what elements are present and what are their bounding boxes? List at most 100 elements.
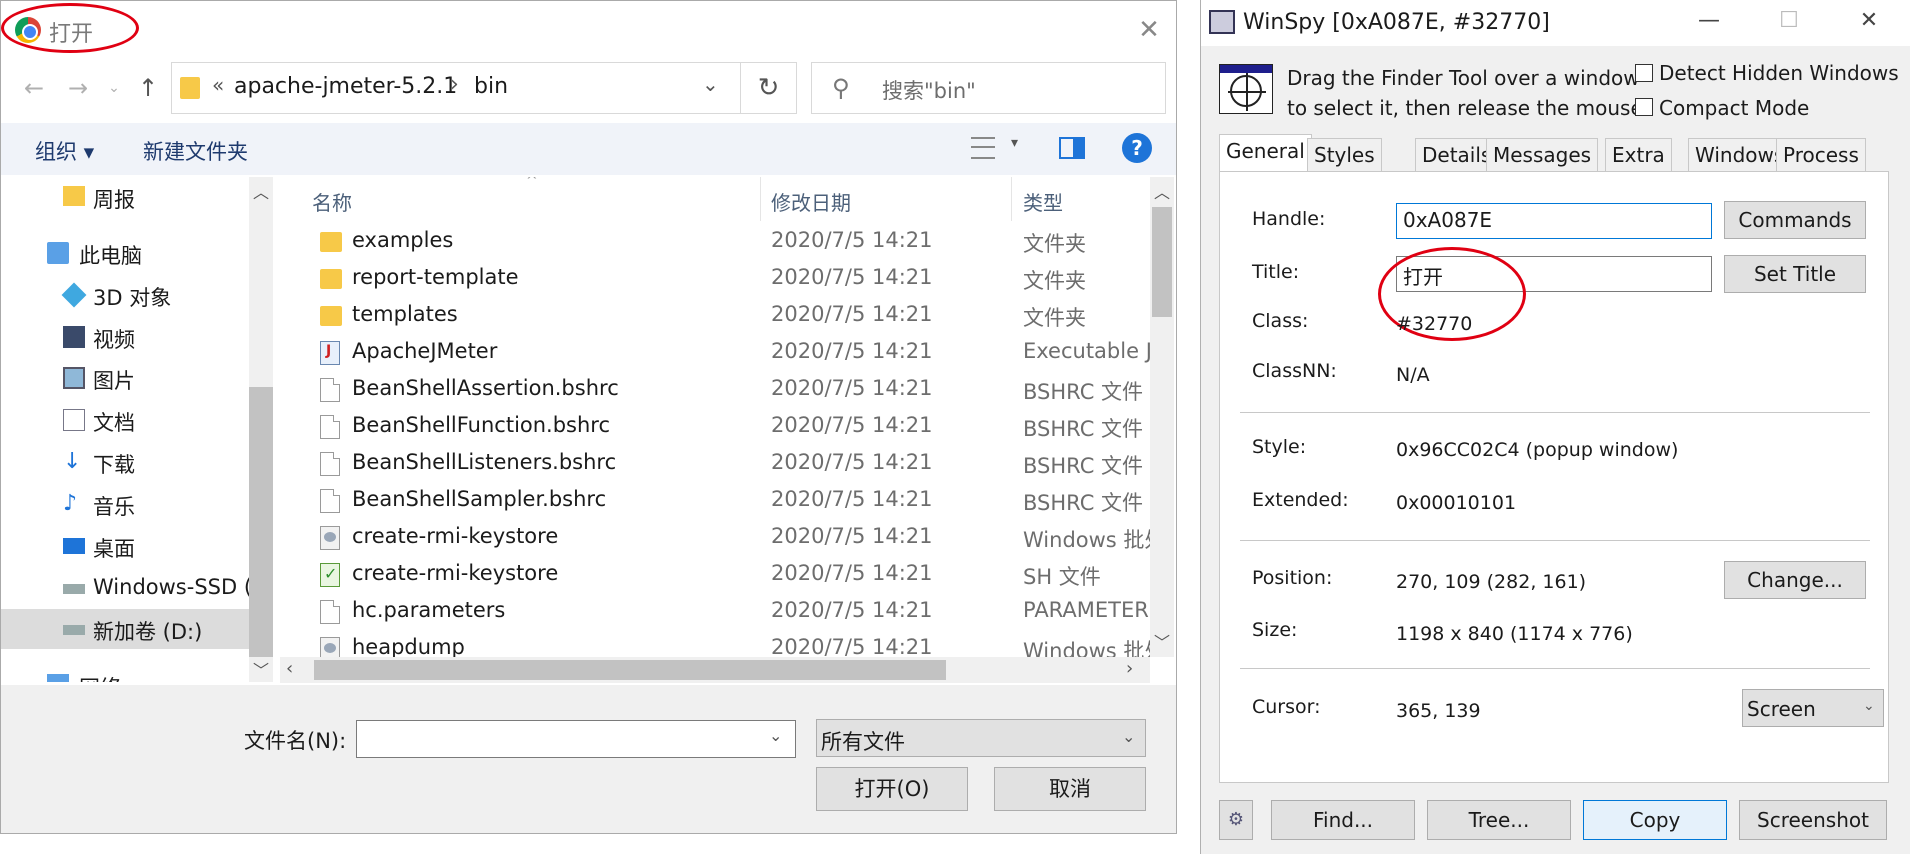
breadcrumb-segment[interactable]: apache-jmeter-5.2.1	[234, 74, 457, 99]
file-list-vertical-scrollbar[interactable]: ︿ ﹀	[1150, 177, 1174, 657]
chevron-down-icon[interactable]: ⌄	[769, 726, 782, 745]
detect-hidden-label[interactable]: Detect Hidden Windows	[1659, 61, 1899, 85]
file-row[interactable]: create-rmi-keystore 2020/7/5 14:21 SH 文件	[280, 556, 1150, 593]
help-button[interactable]: ?	[1122, 133, 1152, 163]
nav-item-this-pc[interactable]: 此电脑	[1, 233, 251, 273]
chevron-down-icon[interactable]: ﹀	[1154, 629, 1170, 653]
recent-locations-chevron-icon[interactable]: ⌄	[99, 73, 129, 103]
new-folder-button[interactable]: 新建文件夹	[143, 136, 248, 166]
tree-button[interactable]: Tree...	[1427, 800, 1571, 840]
file-row[interactable]: BeanShellSampler.bshrc 2020/7/5 14:21 BSHR…	[280, 482, 1150, 519]
nav-item-label: 此电脑	[79, 244, 142, 268]
column-header-name[interactable]: 名称	[312, 187, 352, 216]
detect-hidden-checkbox[interactable]	[1635, 64, 1653, 82]
nav-item-music[interactable]: ♪ 音乐	[1, 484, 251, 524]
find-button[interactable]: Find...	[1271, 800, 1415, 840]
refresh-button[interactable]: ↻	[741, 62, 797, 114]
file-row[interactable]: heapdump 2020/7/5 14:21 Windows 批处	[280, 630, 1150, 657]
nav-pane-scrollbar[interactable]: ︿ ﹀	[249, 177, 273, 682]
filename-input[interactable]: ⌄	[356, 720, 796, 758]
breadcrumb-separator[interactable]: ›	[450, 72, 459, 97]
commands-button[interactable]: Commands	[1724, 201, 1866, 239]
nav-item-windows-ssd[interactable]: Windows-SSD (	[1, 568, 252, 608]
search-input[interactable]: ⚲ 搜索"bin"	[811, 62, 1166, 114]
nav-item-weekly[interactable]: 周报	[1, 177, 251, 217]
file-list-horizontal-scrollbar[interactable]: ‹ ›	[280, 657, 1150, 683]
chevron-down-icon[interactable]: ⌄	[1863, 698, 1875, 714]
chevron-left-icon[interactable]: ‹	[286, 658, 293, 679]
set-title-button[interactable]: Set Title	[1724, 255, 1866, 293]
finder-tool[interactable]	[1219, 64, 1273, 114]
tab-process[interactable]: Process	[1776, 138, 1866, 172]
maximize-button[interactable]: ☐	[1769, 8, 1809, 33]
chevron-down-icon[interactable]: ▾	[1011, 135, 1018, 151]
copy-button[interactable]: Copy	[1583, 800, 1727, 840]
nav-item-volume-d[interactable]: 新加卷 (D:)	[1, 609, 251, 649]
preview-pane-icon[interactable]	[1059, 137, 1085, 159]
nav-item-label: 文档	[93, 411, 135, 435]
tab-messages[interactable]: Messages	[1486, 138, 1599, 172]
view-options-icon[interactable]	[971, 137, 995, 159]
size-label: Size:	[1252, 619, 1298, 641]
file-row[interactable]: ApacheJMeter 2020/7/5 14:21 Executable Ja	[280, 334, 1150, 371]
handle-field[interactable]: 0xA087E	[1396, 203, 1712, 239]
file-type: 文件夹	[1023, 232, 1086, 256]
open-button[interactable]: 打开(O)	[816, 767, 968, 811]
nav-item-videos[interactable]: 视频	[1, 317, 251, 357]
chevron-down-icon[interactable]: ⌄	[1122, 727, 1135, 746]
scrollbar-thumb[interactable]	[1152, 207, 1172, 317]
file-type-filter[interactable]: 所有文件 ⌄	[816, 719, 1146, 757]
file-row[interactable]: hc.parameters 2020/7/5 14:21 PARAMETERS	[280, 593, 1150, 630]
screenshot-button[interactable]: Screenshot	[1739, 800, 1887, 840]
file-row[interactable]: templates 2020/7/5 14:21 文件夹	[280, 297, 1150, 334]
minimize-button[interactable]: —	[1689, 8, 1729, 33]
file-row[interactable]: BeanShellListeners.bshrc 2020/7/5 14:21 BS…	[280, 445, 1150, 482]
nav-item-desktop[interactable]: 桌面	[1, 526, 251, 566]
chevron-up-icon[interactable]: ︿	[1154, 179, 1170, 203]
nav-item-3d-objects[interactable]: 3D 对象	[1, 275, 251, 315]
tab-styles[interactable]: Styles	[1307, 138, 1382, 172]
cancel-button[interactable]: 取消	[994, 767, 1146, 811]
compact-mode-checkbox[interactable]	[1635, 98, 1653, 116]
nav-item-network[interactable]: 网络	[1, 665, 251, 682]
column-header-date[interactable]: 修改日期	[771, 187, 851, 216]
scrollbar-thumb[interactable]	[249, 387, 273, 657]
screen-select[interactable]: Screen ⌄	[1742, 689, 1884, 727]
file-row[interactable]: create-rmi-keystore 2020/7/5 14:21 Windows…	[280, 519, 1150, 556]
chevron-right-icon[interactable]: ›	[1126, 658, 1133, 679]
dialog-footer: 文件名(N): ⌄ 所有文件 ⌄ 打开(O) 取消	[1, 685, 1176, 833]
file-date: 2020/7/5 14:21	[771, 302, 933, 326]
chevron-down-icon[interactable]: ﹀	[253, 657, 269, 681]
file-row[interactable]: BeanShellFunction.bshrc 2020/7/5 14:21 BSH…	[280, 408, 1150, 445]
column-header-type[interactable]: 类型	[1023, 187, 1063, 216]
tab-extra[interactable]: Extra	[1605, 138, 1672, 172]
style-label: Style:	[1252, 436, 1307, 458]
address-overflow-chevron[interactable]: «	[212, 73, 224, 97]
winspy-titlebar: WinSpy [0xA087E, #32770] — ☐ ✕	[1201, 0, 1910, 46]
close-button[interactable]: ✕	[1849, 8, 1889, 33]
compact-mode-label[interactable]: Compact Mode	[1659, 96, 1809, 120]
file-row[interactable]: BeanShellAssertion.bshrc 2020/7/5 14:21 BS…	[280, 371, 1150, 408]
back-arrow-icon[interactable]: ←	[19, 73, 49, 103]
organize-menu[interactable]: 组织 ▾	[35, 136, 94, 166]
drive-icon	[63, 584, 85, 594]
chevron-down-icon[interactable]: ⌄	[702, 72, 719, 96]
nav-item-downloads[interactable]: ↓ 下载	[1, 442, 251, 482]
address-bar[interactable]: « apache-jmeter-5.2.1 › bin ⌄	[171, 62, 741, 114]
settings-gear-icon[interactable]: ⚙	[1219, 800, 1253, 840]
nav-item-pictures[interactable]: 图片	[1, 358, 251, 398]
forward-arrow-icon[interactable]: →	[63, 73, 93, 103]
scrollbar-thumb[interactable]	[314, 660, 946, 680]
file-row[interactable]: report-template 2020/7/5 14:21 文件夹	[280, 260, 1150, 297]
file-row[interactable]: examples 2020/7/5 14:21 文件夹	[280, 223, 1150, 260]
breadcrumb-segment[interactable]: bin	[474, 74, 508, 99]
tab-general[interactable]: General	[1219, 134, 1312, 172]
nav-item-documents[interactable]: 文档	[1, 400, 251, 440]
up-arrow-icon[interactable]: ↑	[133, 73, 163, 103]
column-divider[interactable]	[1011, 177, 1012, 221]
change-button[interactable]: Change...	[1724, 561, 1866, 599]
chevron-up-icon[interactable]: ︿	[253, 179, 269, 203]
close-button[interactable]: ✕	[1131, 13, 1167, 47]
column-divider[interactable]	[760, 177, 761, 221]
file-icon	[320, 415, 340, 439]
